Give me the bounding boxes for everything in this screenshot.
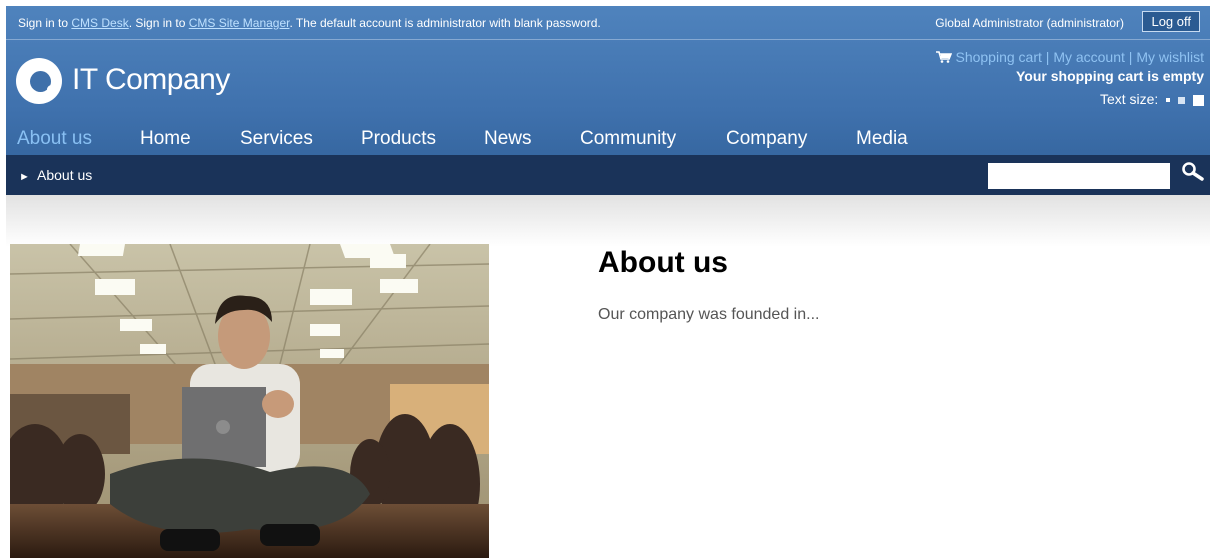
site-manager-link[interactable]: CMS Site Manager	[189, 16, 290, 30]
text-size-medium-button[interactable]	[1178, 96, 1186, 104]
text-size-control: Text size:	[936, 91, 1204, 107]
admin-bar: Sign in to CMS Desk. Sign in to CMS Site…	[6, 6, 1210, 40]
text-size-small-button[interactable]	[1166, 98, 1171, 103]
main-navigation: About us Home Services Products News Com…	[6, 124, 1210, 154]
breadcrumb-arrow-icon: ►	[19, 171, 30, 183]
shopping-cart-link[interactable]: Shopping cart	[955, 49, 1041, 65]
sign-in-text-2: . Sign in to	[128, 16, 189, 30]
sign-in-message: Sign in to CMS Desk. Sign in to CMS Site…	[18, 16, 601, 30]
man-with-laptop-photo	[10, 244, 489, 558]
text-size-large-button[interactable]	[1193, 94, 1204, 106]
logo-mark-icon	[16, 58, 62, 104]
search-input[interactable]	[988, 163, 1170, 189]
page-body-text: Our company was founded in...	[598, 306, 820, 323]
search-icon[interactable]	[1181, 161, 1205, 185]
nav-item-company[interactable]: Company	[726, 128, 807, 150]
nav-item-about-us[interactable]: About us	[17, 128, 92, 150]
breadcrumb-current[interactable]: About us	[37, 167, 92, 183]
nav-item-services[interactable]: Services	[240, 128, 313, 150]
page-title: About us	[598, 246, 728, 279]
cms-desk-link[interactable]: CMS Desk	[71, 16, 128, 30]
nav-item-news[interactable]: News	[484, 128, 532, 150]
separator: |	[1045, 49, 1050, 65]
sign-in-text-1: Sign in to	[18, 16, 72, 30]
my-account-link[interactable]: My account	[1053, 49, 1125, 65]
site-header: Sign in to CMS Desk. Sign in to CMS Site…	[6, 6, 1210, 195]
page: Sign in to CMS Desk. Sign in to CMS Site…	[0, 0, 1210, 558]
separator: |	[1128, 49, 1133, 65]
default-account-text: . The default account is administrator w…	[289, 16, 601, 30]
account-links: Shopping cart | My account | My wishlist	[935, 49, 1204, 65]
nav-item-products[interactable]: Products	[361, 128, 436, 150]
cart-status: Your shopping cart is empty	[1016, 68, 1204, 84]
nav-item-media[interactable]: Media	[856, 128, 908, 150]
my-wishlist-link[interactable]: My wishlist	[1136, 49, 1204, 65]
breadcrumb-bar: ► About us	[6, 155, 1210, 195]
cart-panel: Shopping cart | My account | My wishlist…	[935, 49, 1204, 107]
logo-text: IT Company	[72, 63, 230, 96]
nav-item-community[interactable]: Community	[580, 128, 676, 150]
nav-item-home[interactable]: Home	[140, 128, 191, 150]
cart-icon	[935, 51, 952, 63]
breadcrumb: ► About us	[19, 167, 92, 183]
header-shadow	[6, 195, 1210, 247]
text-size-label: Text size:	[1099, 91, 1159, 107]
log-off-button[interactable]: Log off	[1142, 11, 1200, 32]
current-user: Global Administrator (administrator)	[935, 16, 1124, 30]
